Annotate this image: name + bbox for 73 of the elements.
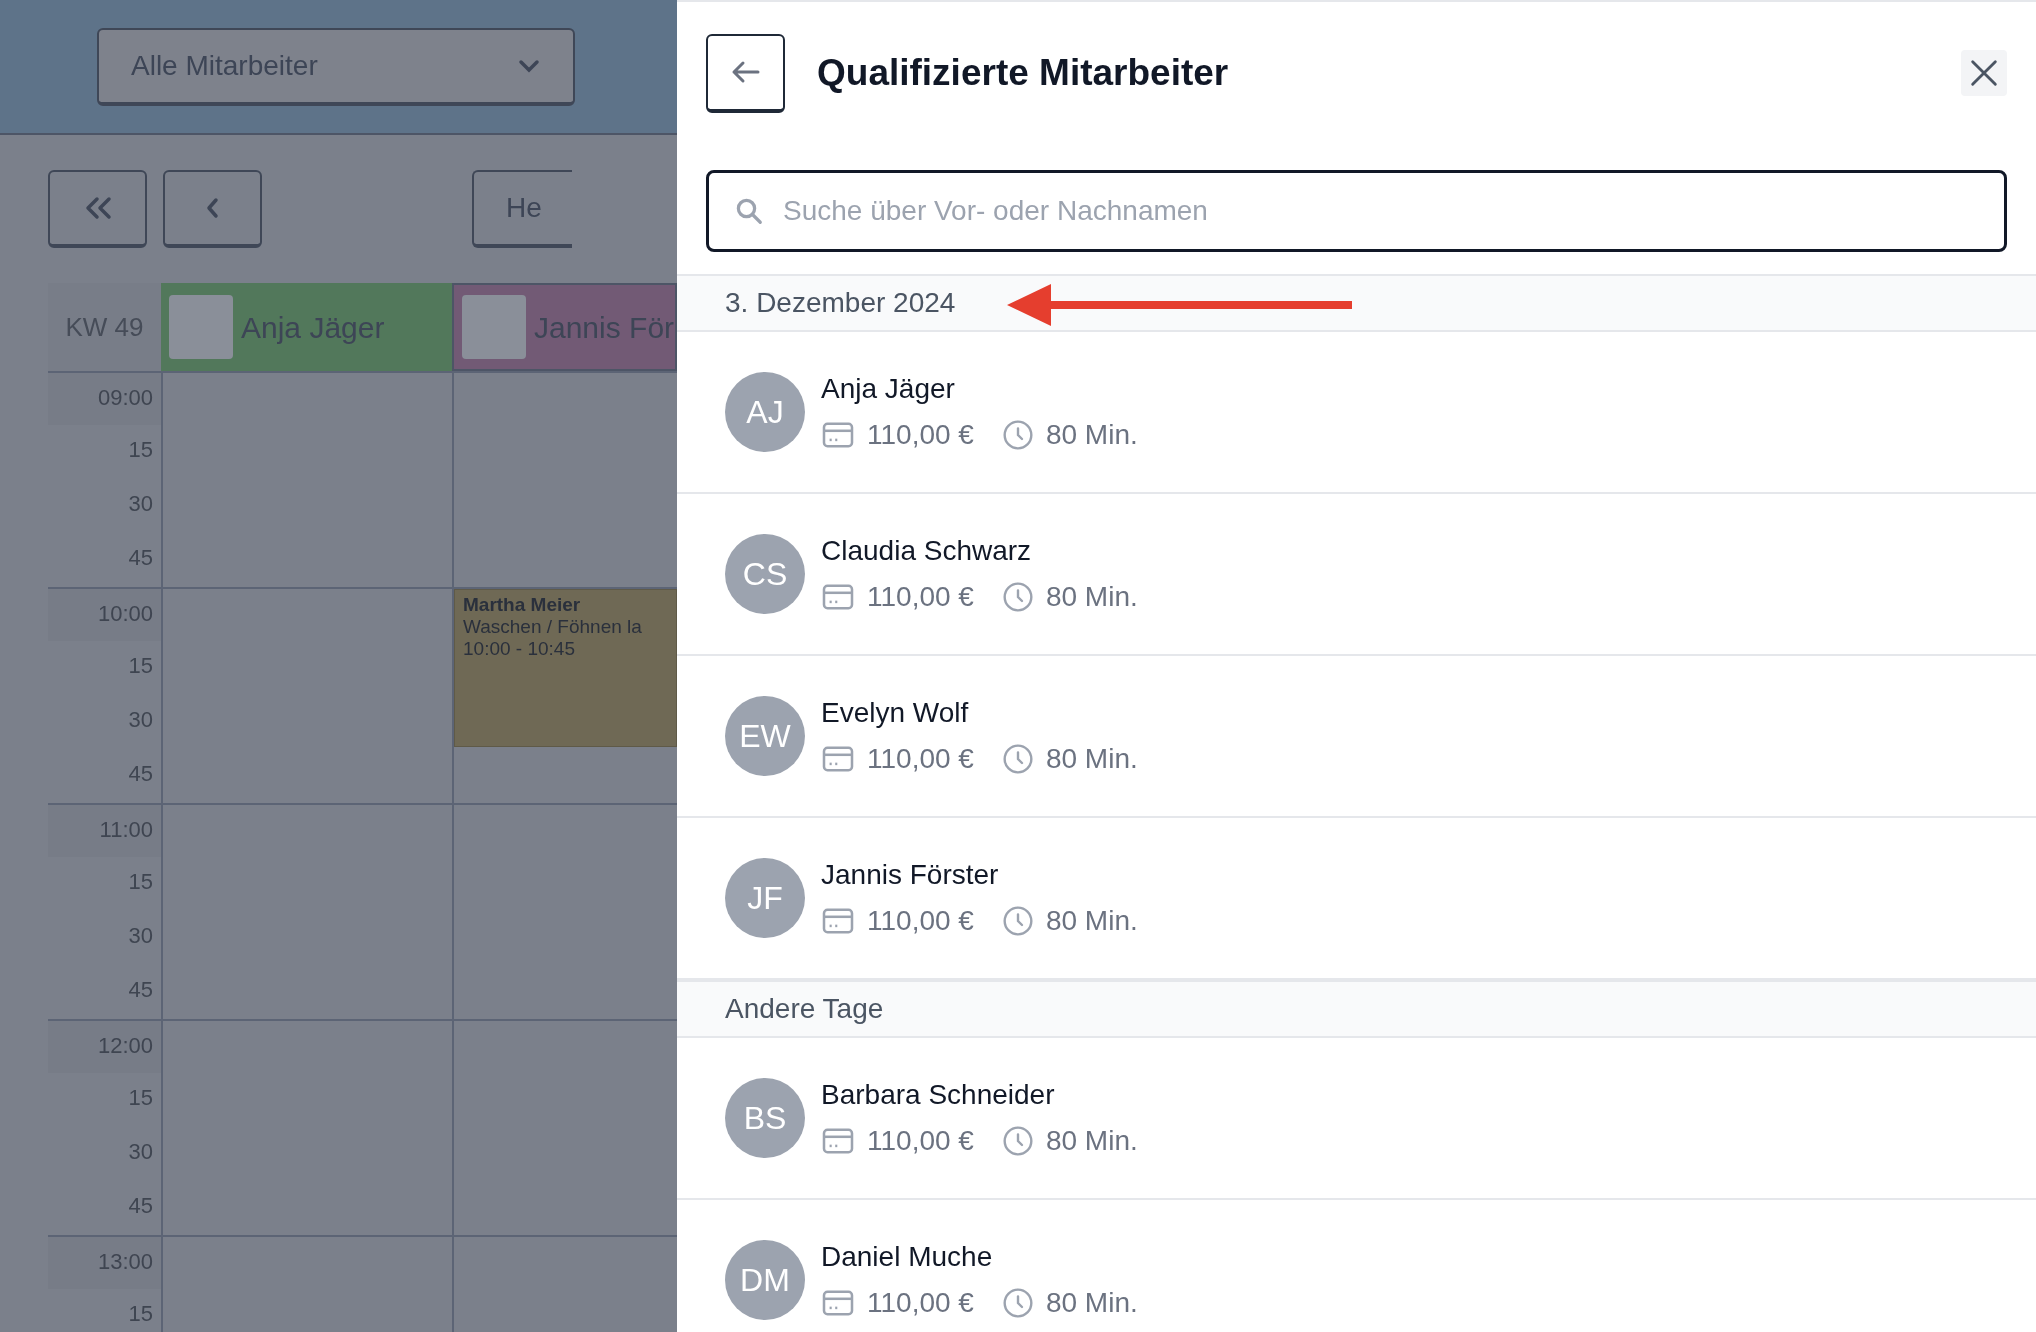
time-label: 15 [128, 652, 153, 680]
employee-name: Evelyn Wolf [821, 696, 970, 730]
initials-avatar: AJ [725, 372, 805, 452]
card-icon [821, 1289, 855, 1317]
card-icon [821, 421, 855, 449]
initials-avatar: JF [725, 858, 805, 938]
duration: 80 Min. [1045, 418, 1138, 452]
clock-icon [1001, 1287, 1034, 1319]
card-icon [821, 1127, 855, 1155]
employee-name: Jannis Förster [821, 858, 1000, 892]
initials-avatar: DM [725, 1240, 805, 1320]
clock-icon [1001, 743, 1034, 775]
time-label: 13:00 [97, 1248, 153, 1276]
employee-row[interactable]: BS Barbara Schneider 110,00 € 80 Min. [677, 1038, 2036, 1200]
time-label: 45 [128, 544, 153, 572]
duration: 80 Min. [1045, 1286, 1138, 1320]
time-label: 30 [128, 490, 153, 518]
section-heading: Andere Tage [725, 992, 884, 1026]
price: 110,00 € [867, 580, 974, 614]
time-label: 10:00 [97, 600, 153, 628]
price: 110,00 € [867, 418, 974, 452]
time-label: 15 [128, 1084, 153, 1112]
duration: 80 Min. [1045, 580, 1138, 614]
time-label: 11:00 [99, 816, 153, 844]
panel-title: Qualifizierte Mitarbeiter [817, 51, 1230, 96]
time-label: 45 [128, 1192, 153, 1220]
time-label: 15 [128, 436, 153, 464]
employee-row[interactable]: EW Evelyn Wolf 110,00 € 80 Min. [677, 656, 2036, 818]
service-name: Waschen / Föhnen la [463, 616, 643, 638]
duration: 80 Min. [1045, 1124, 1138, 1158]
duration: 80 Min. [1045, 742, 1138, 776]
photo-placeholder [462, 295, 526, 359]
employee-row[interactable]: AJ Anja Jäger 110,00 € 80 Min. [677, 332, 2036, 494]
time-label: 09:00 [97, 384, 153, 412]
time-label: 12:00 [97, 1032, 153, 1060]
time-label: 15 [128, 1300, 153, 1328]
section-heading: 3. Dezember 2024 [725, 286, 956, 320]
initials-avatar: CS [725, 534, 805, 614]
time-label: 15 [128, 868, 153, 896]
time-label: 30 [128, 1138, 153, 1166]
employee-name: Anja Jäger [821, 372, 956, 406]
clock-icon [1001, 1125, 1034, 1157]
client-name: Martha Meier [463, 594, 582, 616]
price: 110,00 € [867, 742, 974, 776]
photo-placeholder [169, 295, 233, 359]
employee-name: Daniel Muche [821, 1240, 994, 1274]
search-icon [734, 196, 764, 226]
initials-avatar: EW [725, 696, 805, 776]
appointment-time: 10:00 - 10:45 [463, 638, 576, 660]
chevron-down-icon [517, 57, 541, 74]
employee-name: Barbara Schneider [821, 1078, 1056, 1112]
employee-row[interactable]: DM Daniel Muche 110,00 € 80 Min. [677, 1200, 2036, 1332]
card-icon [821, 745, 855, 773]
duration: 80 Min. [1045, 904, 1138, 938]
close-button[interactable] [1961, 50, 2007, 96]
clock-icon [1001, 581, 1034, 613]
time-label: 30 [128, 706, 153, 734]
initials-avatar: BS [725, 1078, 805, 1158]
clock-icon [1001, 905, 1034, 937]
card-icon [821, 907, 855, 935]
employee-name: Claudia Schwarz [821, 534, 1033, 568]
employee-row[interactable]: CS Claudia Schwarz 110,00 € 80 Min. [677, 494, 2036, 656]
price: 110,00 € [867, 1124, 974, 1158]
chevron-left-icon [204, 196, 221, 220]
card-icon [821, 583, 855, 611]
time-label: 30 [128, 922, 153, 950]
search-field[interactable]: Suche über Vor- oder Nachnamen [706, 170, 2007, 252]
time-label: 45 [128, 760, 153, 788]
time-label: 45 [128, 976, 153, 1004]
price: 110,00 € [867, 904, 974, 938]
clock-icon [1001, 419, 1034, 451]
back-button[interactable] [706, 33, 785, 113]
price: 110,00 € [867, 1286, 974, 1320]
